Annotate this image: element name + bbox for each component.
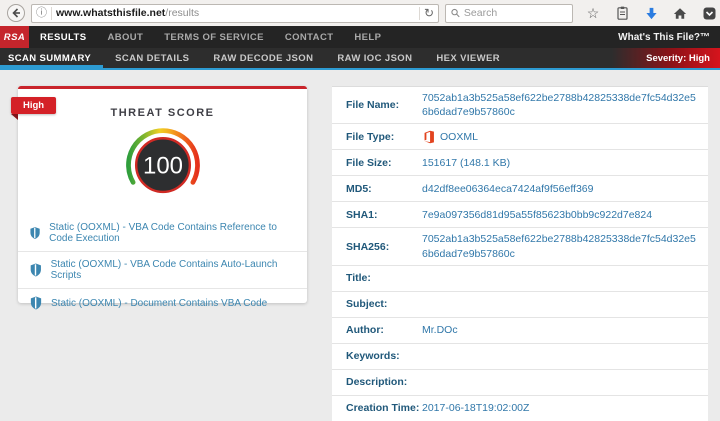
row-value: 7052ab1a3b525a58ef622be2788b42825338de7f… bbox=[422, 92, 696, 119]
ribbon-fold bbox=[11, 114, 18, 120]
table-row-file-type: File Type: OOXML bbox=[332, 124, 708, 151]
browser-chrome: ⓘ www.whatsthisfile.net/results ↻ ☆ bbox=[0, 0, 720, 26]
table-row-file-name: File Name: 7052ab1a3b525a58ef622be2788b4… bbox=[332, 87, 708, 125]
row-label: Subject: bbox=[346, 298, 388, 311]
finding-item[interactable]: Static (OOXML) - VBA Code Contains Auto-… bbox=[18, 252, 307, 289]
clipboard-icon bbox=[616, 6, 628, 20]
row-label: Description: bbox=[346, 376, 408, 389]
content-area: High THREAT SCORE 100 Static (OOXML) - V… bbox=[0, 70, 720, 421]
tab-raw-ioc-json[interactable]: RAW IOC JSON bbox=[325, 48, 424, 68]
shield-icon bbox=[30, 227, 40, 239]
urlbar-divider bbox=[418, 6, 420, 20]
table-row-sha1: SHA1: 7e9a097356d81d95a55f85623b0bb9c922… bbox=[332, 202, 708, 229]
row-value: 7e9a097356d81d95a55f85623b0bb9c922d7e824 bbox=[422, 208, 653, 221]
severity-badge: Severity: High bbox=[612, 48, 720, 68]
shield-icon bbox=[30, 263, 41, 277]
severity-ribbon: High bbox=[11, 97, 57, 120]
finding-label: Static (OOXML) - VBA Code Contains Auto-… bbox=[50, 259, 278, 281]
table-row-md5: MD5: d42df8ee06364eca7424af9f56eff369 bbox=[332, 176, 708, 203]
brand-title: What's This File?™ bbox=[618, 31, 710, 43]
url-path: /results bbox=[165, 7, 200, 19]
findings-list: Static (OOXML) - VBA Code Contains Refer… bbox=[18, 215, 307, 317]
nav-item-terms[interactable]: TERMS OF SERVICE bbox=[164, 32, 264, 43]
table-row-description: Description: bbox=[332, 370, 708, 396]
finding-item[interactable]: Static (OOXML) - VBA Code Contains Refer… bbox=[18, 215, 307, 252]
results-tabbar: SCAN SUMMARY SCAN DETAILS RAW DECODE JSO… bbox=[0, 48, 720, 70]
severity-ribbon-label: High bbox=[23, 100, 45, 111]
threat-score-value: 100 bbox=[143, 153, 183, 180]
tab-scan-summary[interactable]: SCAN SUMMARY bbox=[0, 48, 103, 68]
rsa-logo[interactable]: RSA bbox=[0, 26, 29, 48]
row-label: File Type: bbox=[346, 130, 395, 143]
nav-item-results[interactable]: RESULTS bbox=[40, 32, 86, 43]
file-type-value: OOXML bbox=[440, 130, 478, 143]
row-label: Author: bbox=[346, 324, 384, 337]
bookmarks-list-button[interactable] bbox=[613, 4, 631, 22]
row-value: Mr.DOc bbox=[422, 324, 458, 337]
row-label: MD5: bbox=[346, 182, 372, 195]
table-row-sha256: SHA256: 7052ab1a3b525a58ef622be2788b4282… bbox=[332, 228, 708, 266]
search-input[interactable] bbox=[463, 7, 567, 19]
row-value: 7052ab1a3b525a58ef622be2788b42825338de7f… bbox=[422, 233, 696, 260]
url-bar[interactable]: ⓘ www.whatsthisfile.net/results ↻ bbox=[31, 3, 439, 23]
search-bar[interactable] bbox=[445, 3, 573, 23]
downloads-button[interactable] bbox=[642, 4, 660, 22]
url-domain: www.whatsthisfile.net bbox=[56, 7, 166, 19]
row-value: d42df8ee06364eca7424af9f56eff369 bbox=[422, 182, 594, 195]
shield-badge-icon bbox=[703, 7, 715, 19]
table-row-title: Title: bbox=[332, 266, 708, 292]
row-label: Keywords: bbox=[346, 350, 400, 363]
main-navbar: RSA RESULTS ABOUT TERMS OF SERVICE CONTA… bbox=[0, 26, 720, 48]
home-button[interactable] bbox=[671, 4, 689, 22]
nav-item-help[interactable]: HELP bbox=[354, 32, 381, 43]
row-value: 151617 (148.1 KB) bbox=[422, 156, 511, 169]
back-arrow-icon bbox=[12, 8, 20, 18]
url-text[interactable]: www.whatsthisfile.net/results bbox=[56, 7, 415, 19]
star-icon: ☆ bbox=[586, 5, 600, 21]
row-value: 2017-06-18T19:02:00Z bbox=[422, 402, 530, 415]
threat-score-card: High THREAT SCORE 100 Static (OOXML) - V… bbox=[11, 86, 307, 310]
finding-label: Static (OOXML) - Document Contains VBA C… bbox=[51, 297, 268, 309]
home-icon bbox=[673, 7, 687, 19]
site-info-icon[interactable]: ⓘ bbox=[36, 7, 47, 19]
row-label: Title: bbox=[346, 272, 371, 285]
search-icon bbox=[451, 8, 460, 18]
urlbar-divider bbox=[51, 6, 52, 20]
table-row-file-size: File Size: 151617 (148.1 KB) bbox=[332, 150, 708, 177]
threat-score-title: THREAT SCORE bbox=[110, 107, 215, 119]
row-label: File Size: bbox=[346, 156, 392, 169]
tab-raw-decode-json[interactable]: RAW DECODE JSON bbox=[201, 48, 325, 68]
table-row-creation-time: Creation Time: 2017-06-18T19:02:00Z bbox=[332, 396, 708, 421]
bookmark-star-button[interactable]: ☆ bbox=[584, 4, 602, 22]
threat-score-gauge: 100 bbox=[18, 121, 307, 213]
row-value: OOXML bbox=[422, 130, 700, 144]
nav-item-contact[interactable]: CONTACT bbox=[285, 32, 334, 43]
back-button[interactable] bbox=[7, 4, 25, 22]
row-label: SHA256: bbox=[346, 240, 390, 253]
nav-item-about[interactable]: ABOUT bbox=[107, 32, 143, 43]
table-row-author: Author: Mr.DOc bbox=[332, 318, 708, 344]
tab-scan-details[interactable]: SCAN DETAILS bbox=[103, 48, 201, 68]
finding-label: Static (OOXML) - VBA Code Contains Refer… bbox=[49, 222, 277, 244]
file-details-table: File Name: 7052ab1a3b525a58ef622be2788b4… bbox=[332, 86, 708, 421]
download-arrow-icon bbox=[645, 7, 657, 19]
tab-hex-viewer[interactable]: HEX VIEWER bbox=[424, 48, 512, 68]
nav-items: RESULTS ABOUT TERMS OF SERVICE CONTACT H… bbox=[40, 26, 381, 48]
table-row-keywords: Keywords: bbox=[332, 344, 708, 370]
row-label: Creation Time: bbox=[346, 402, 420, 415]
reload-icon[interactable]: ↻ bbox=[424, 7, 434, 19]
row-label: File Name: bbox=[346, 99, 400, 112]
row-label: SHA1: bbox=[346, 208, 378, 221]
security-shield-button[interactable] bbox=[700, 4, 718, 22]
finding-item[interactable]: Static (OOXML) - Document Contains VBA C… bbox=[18, 289, 307, 317]
gauge-svg: 100 bbox=[125, 128, 200, 194]
table-row-subject: Subject: bbox=[332, 292, 708, 318]
office-file-icon bbox=[422, 130, 435, 144]
shield-icon bbox=[30, 296, 42, 310]
